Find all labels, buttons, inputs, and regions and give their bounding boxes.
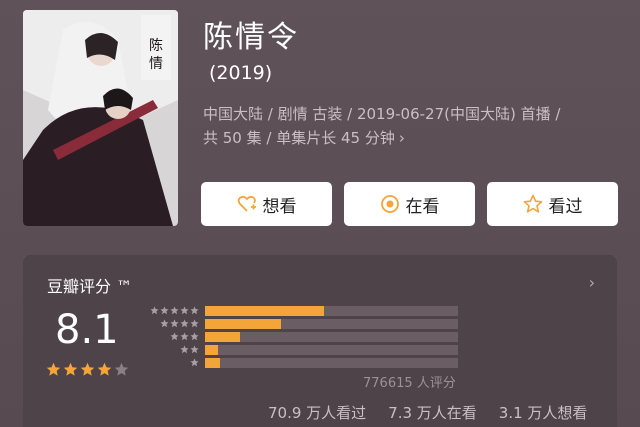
svg-text:陈: 陈 bbox=[149, 37, 163, 54]
mini-star-icon bbox=[180, 332, 189, 341]
movie-meta[interactable]: 中国大陆 / 剧情 古装 / 2019-06-27(中国大陆) 首播 / 共 5… bbox=[203, 102, 623, 150]
mini-star-icon bbox=[190, 332, 199, 341]
movie-title: 陈情令 bbox=[203, 20, 299, 55]
mini-star-icon bbox=[190, 358, 199, 367]
watched-count[interactable]: 70.9 万人看过 bbox=[268, 402, 366, 423]
mini-star-icon bbox=[160, 306, 169, 315]
mini-star-icon bbox=[170, 306, 179, 315]
douban-rating-card[interactable]: 豆瓣评分 ™ › 8.1 776615 人评分 70.9 万人看过 7.3 万人… bbox=[23, 255, 617, 427]
watching-button[interactable]: 在看 bbox=[344, 182, 475, 226]
filled-star-icon bbox=[63, 362, 78, 376]
distribution-stars bbox=[143, 319, 199, 328]
rating-chevron-icon[interactable]: › bbox=[589, 273, 595, 292]
rating-score: 8.1 bbox=[55, 307, 119, 353]
distribution-bar-fill bbox=[205, 332, 241, 342]
meta-chevron-icon: › bbox=[398, 129, 405, 147]
watched-label: 看过 bbox=[548, 196, 583, 217]
distribution-bar-track bbox=[205, 345, 458, 355]
distribution-bar-fill bbox=[205, 306, 324, 316]
distribution-stars bbox=[143, 332, 199, 341]
distribution-stars bbox=[143, 345, 199, 354]
heart-plus-icon bbox=[237, 195, 256, 212]
meta-line-2-wrap: 共 50 集 / 单集片长 45 分钟 › bbox=[203, 126, 623, 150]
audience-stats: 70.9 万人看过 7.3 万人在看 3.1 万人想看 bbox=[268, 402, 587, 423]
distribution-stars bbox=[143, 306, 199, 315]
mini-star-icon bbox=[190, 319, 199, 328]
mini-star-icon bbox=[190, 345, 199, 354]
watched-button[interactable]: 看过 bbox=[487, 182, 618, 226]
movie-detail-page: 陈 情 陈情令 (2019) 中国大陆 / 剧情 古装 / 2019-06-27… bbox=[0, 0, 640, 427]
rating-label: 豆瓣评分 ™ bbox=[47, 277, 133, 296]
mini-star-icon bbox=[150, 306, 159, 315]
want-to-watch-button[interactable]: 想看 bbox=[201, 182, 332, 226]
movie-poster[interactable]: 陈 情 bbox=[23, 10, 178, 226]
distribution-stars bbox=[143, 358, 199, 367]
mini-star-icon bbox=[170, 332, 179, 341]
distribution-bar-track bbox=[205, 358, 458, 368]
mini-star-icon bbox=[180, 345, 189, 354]
watching-circle-icon bbox=[380, 195, 399, 213]
svg-text:情: 情 bbox=[149, 56, 163, 72]
meta-line-1: 中国大陆 / 剧情 古装 / 2019-06-27(中国大陆) 首播 / bbox=[203, 105, 561, 123]
filled-star-icon bbox=[46, 362, 61, 376]
mini-star-icon bbox=[180, 319, 189, 328]
distribution-bar-fill bbox=[205, 345, 218, 355]
mini-star-icon bbox=[170, 319, 179, 328]
meta-line-2: 共 50 集 / 单集片长 45 分钟 bbox=[203, 129, 395, 147]
mini-star-icon bbox=[180, 306, 189, 315]
watching-label: 在看 bbox=[405, 196, 440, 217]
distribution-bar-fill bbox=[205, 319, 281, 329]
filled-star-icon bbox=[97, 362, 112, 376]
star-outline-icon bbox=[523, 194, 542, 213]
vote-count: 776615 人评分 bbox=[363, 376, 456, 391]
mini-star-icon bbox=[160, 319, 169, 328]
distribution-bar-fill bbox=[205, 358, 221, 368]
empty-star-icon bbox=[114, 362, 129, 376]
want-label: 想看 bbox=[262, 196, 297, 217]
mini-star-icon bbox=[190, 306, 199, 315]
filled-star-icon bbox=[80, 362, 95, 376]
distribution-bar-track bbox=[205, 306, 458, 316]
movie-year: (2019) bbox=[209, 62, 273, 84]
want-count[interactable]: 3.1 万人想看 bbox=[499, 402, 588, 423]
distribution-bar-track bbox=[205, 319, 458, 329]
score-stars bbox=[46, 362, 131, 377]
watching-count[interactable]: 7.3 万人在看 bbox=[388, 402, 477, 423]
poster-illustration: 陈 情 bbox=[23, 10, 178, 226]
distribution-bar-track bbox=[205, 332, 458, 342]
